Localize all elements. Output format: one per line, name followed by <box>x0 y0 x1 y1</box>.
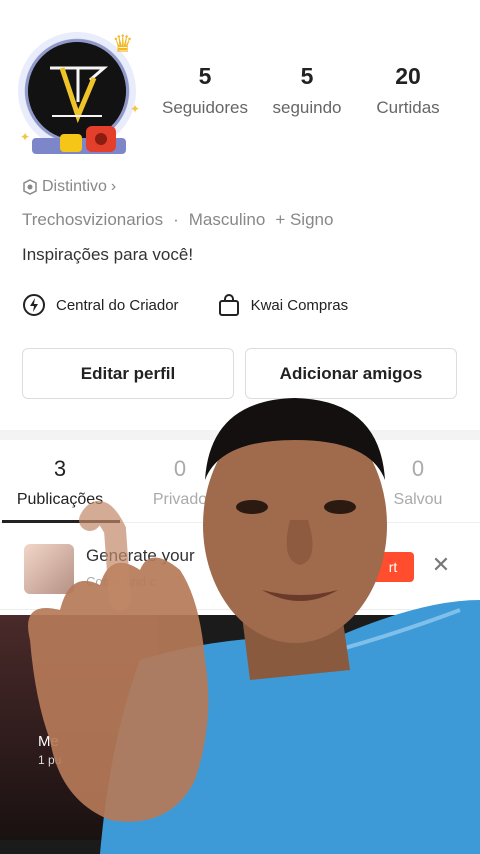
section-divider <box>0 430 480 440</box>
publications-grid: Me 1 pu <box>0 615 480 854</box>
followers-count: 5 <box>198 63 212 89</box>
edit-profile-button[interactable]: Editar perfil <box>22 348 234 399</box>
tab-private[interactable]: 0 Privado <box>120 455 240 509</box>
saved-label: Salvou <box>393 491 443 508</box>
banner-title: Generate your <box>86 546 195 565</box>
active-tab-indicator <box>2 520 120 523</box>
quick-links: Central do Criador Kwai Compras <box>22 290 348 320</box>
grid-item-title: Me <box>38 733 59 750</box>
badge-shield-icon <box>23 179 37 195</box>
separator-dot: · <box>173 210 179 229</box>
close-icon[interactable]: ✕ <box>430 554 452 576</box>
avatar[interactable]: ♛ ✦ ✦ <box>14 30 144 158</box>
profile-stats: 5 Seguidores 5 seguindo 20 Curtidas <box>150 60 480 130</box>
gender[interactable]: Masculino <box>189 210 266 230</box>
lightning-icon <box>23 294 45 316</box>
likes-label: Curtidas <box>376 98 440 117</box>
play-badge-icon <box>60 134 82 152</box>
banner-thumbnail <box>24 544 74 594</box>
saved-count: 0 <box>411 456 425 481</box>
banner-start-button[interactable]: rt <box>372 552 414 582</box>
display-name-cut <box>0 0 480 10</box>
sparkle-icon: ✦ <box>130 102 141 116</box>
badge-link[interactable]: Distintivo › <box>22 178 116 196</box>
likes-count: 20 <box>395 63 421 89</box>
profile-info-row: Trechosvizionarios · Masculino + Signo <box>22 210 333 230</box>
publications-label: Publicações <box>16 491 104 508</box>
following-label: seguindo <box>272 98 342 117</box>
creator-center-link[interactable]: Central do Criador <box>22 293 179 317</box>
grid-item-count: 1 pu <box>38 753 62 767</box>
stat-likes[interactable]: 20 Curtidas <box>353 60 463 118</box>
stat-followers[interactable]: 5 Seguidores <box>150 60 260 118</box>
crown-icon: ♛ <box>112 31 134 58</box>
chevron-right-icon: › <box>110 178 117 195</box>
promo-banner[interactable]: Generate your Come and c rt ✕ <box>0 530 480 610</box>
tab-publications[interactable]: 3 Publicações <box>0 455 120 509</box>
shopping-bag-icon <box>218 294 239 316</box>
banner-subtitle: Come and c <box>86 574 157 589</box>
grid-item[interactable]: Me 1 pu <box>0 615 158 840</box>
stat-following[interactable]: 5 seguindo <box>252 60 362 118</box>
followers-label: Seguidores <box>161 98 248 117</box>
tab-saved[interactable]: 0 Salvou <box>358 455 478 509</box>
private-count: 0 <box>173 456 187 481</box>
bio[interactable]: Inspirações para você! <box>22 245 193 265</box>
content-tabs: 3 Publicações 0 Privado 0 Salvou <box>0 445 480 523</box>
publications-count: 3 <box>53 456 67 481</box>
add-friends-button[interactable]: Adicionar amigos <box>245 348 457 399</box>
following-count: 5 <box>300 63 314 89</box>
kwai-shop-link[interactable]: Kwai Compras <box>217 293 349 317</box>
sparkle-icon: ✦ <box>20 130 31 144</box>
creator-center-label: Central do Criador <box>56 296 179 314</box>
badge-label: Distintivo <box>42 178 107 195</box>
username: Trechosvizionarios <box>22 210 164 229</box>
camera-badge-icon <box>86 126 116 152</box>
kwai-shop-label: Kwai Compras <box>250 296 349 314</box>
add-sign-link[interactable]: + Signo <box>275 210 333 230</box>
private-label: Privado <box>152 491 208 508</box>
